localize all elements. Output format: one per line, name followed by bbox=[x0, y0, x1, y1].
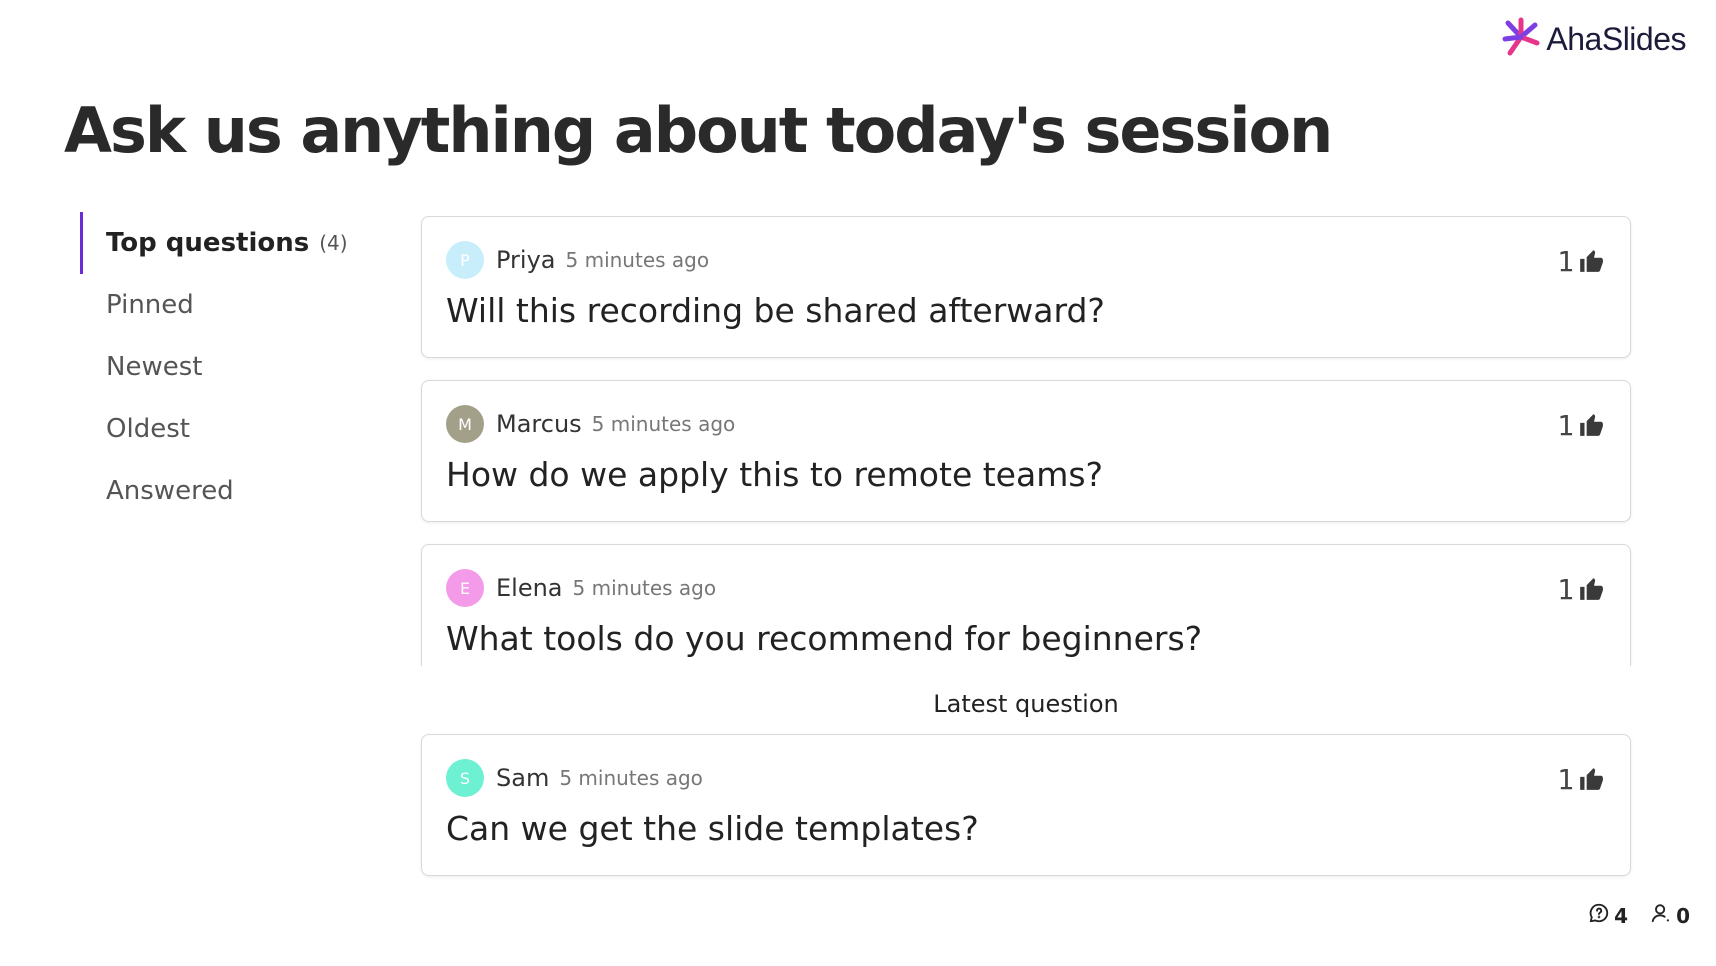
thumbs-up-icon bbox=[1578, 576, 1604, 606]
tab-label: Top questions bbox=[106, 228, 310, 258]
participants-stat: 0 bbox=[1650, 902, 1690, 929]
latest-question-card[interactable]: S Sam 5 minutes ago Can we get the slide… bbox=[421, 734, 1631, 876]
question-card[interactable]: E Elena 5 minutes ago What tools do you … bbox=[421, 544, 1631, 666]
session-stats: 4 0 bbox=[1588, 902, 1690, 929]
author-name: Marcus bbox=[496, 410, 582, 438]
vote-count: 1 bbox=[1557, 763, 1574, 796]
page-title: Ask us anything about today's session bbox=[64, 94, 1333, 167]
upvote-button[interactable]: 1 bbox=[1557, 409, 1604, 442]
ahaslides-logo-icon bbox=[1502, 17, 1540, 61]
ahaslides-logo-text: AhaSlides bbox=[1546, 20, 1686, 57]
person-icon bbox=[1650, 902, 1672, 929]
sort-tabs: Top questions (4) Pinned Newest Oldest A… bbox=[80, 212, 380, 522]
question-bubble-icon bbox=[1588, 902, 1610, 929]
ahaslides-logo: AhaSlides bbox=[1502, 17, 1686, 61]
avatar: P bbox=[446, 241, 484, 279]
timestamp: 5 minutes ago bbox=[565, 248, 710, 272]
tab-oldest[interactable]: Oldest bbox=[80, 398, 380, 460]
tab-top-questions[interactable]: Top questions (4) bbox=[80, 212, 380, 274]
upvote-button[interactable]: 1 bbox=[1557, 763, 1604, 796]
questions-count: 4 bbox=[1614, 903, 1629, 928]
avatar: S bbox=[446, 759, 484, 797]
participants-count: 0 bbox=[1676, 903, 1690, 928]
thumbs-up-icon bbox=[1578, 766, 1604, 796]
questions-stat: 4 bbox=[1588, 902, 1628, 929]
tab-label: Pinned bbox=[106, 290, 194, 320]
tab-count: (4) bbox=[319, 231, 348, 255]
tab-answered[interactable]: Answered bbox=[80, 460, 380, 522]
thumbs-up-icon bbox=[1578, 248, 1604, 278]
tab-newest[interactable]: Newest bbox=[80, 336, 380, 398]
tab-label: Answered bbox=[106, 476, 234, 506]
tab-label: Newest bbox=[106, 352, 203, 382]
author-name: Elena bbox=[496, 574, 563, 602]
vote-count: 1 bbox=[1557, 573, 1574, 606]
avatar: E bbox=[446, 569, 484, 607]
question-list[interactable]: P Priya 5 minutes ago Will this recordin… bbox=[420, 216, 1634, 666]
tab-label: Oldest bbox=[106, 414, 190, 444]
timestamp: 5 minutes ago bbox=[572, 576, 717, 600]
upvote-button[interactable]: 1 bbox=[1557, 245, 1604, 278]
question-card[interactable]: P Priya 5 minutes ago Will this recordin… bbox=[421, 216, 1631, 358]
question-text: Can we get the slide templates? bbox=[446, 809, 979, 848]
thumbs-up-icon bbox=[1578, 412, 1604, 442]
question-text: What tools do you recommend for beginner… bbox=[446, 619, 1203, 658]
upvote-button[interactable]: 1 bbox=[1557, 573, 1604, 606]
vote-count: 1 bbox=[1557, 245, 1574, 278]
vote-count: 1 bbox=[1557, 409, 1574, 442]
timestamp: 5 minutes ago bbox=[559, 766, 703, 790]
question-text: How do we apply this to remote teams? bbox=[446, 455, 1104, 494]
author-name: Sam bbox=[496, 764, 550, 792]
question-card[interactable]: M Marcus 5 minutes ago How do we apply t… bbox=[421, 380, 1631, 522]
tab-pinned[interactable]: Pinned bbox=[80, 274, 380, 336]
latest-question-label: Latest question bbox=[933, 690, 1119, 718]
avatar: M bbox=[446, 405, 484, 443]
author-name: Priya bbox=[496, 246, 556, 274]
timestamp: 5 minutes ago bbox=[591, 412, 736, 436]
question-text: Will this recording be shared afterward? bbox=[446, 291, 1105, 330]
